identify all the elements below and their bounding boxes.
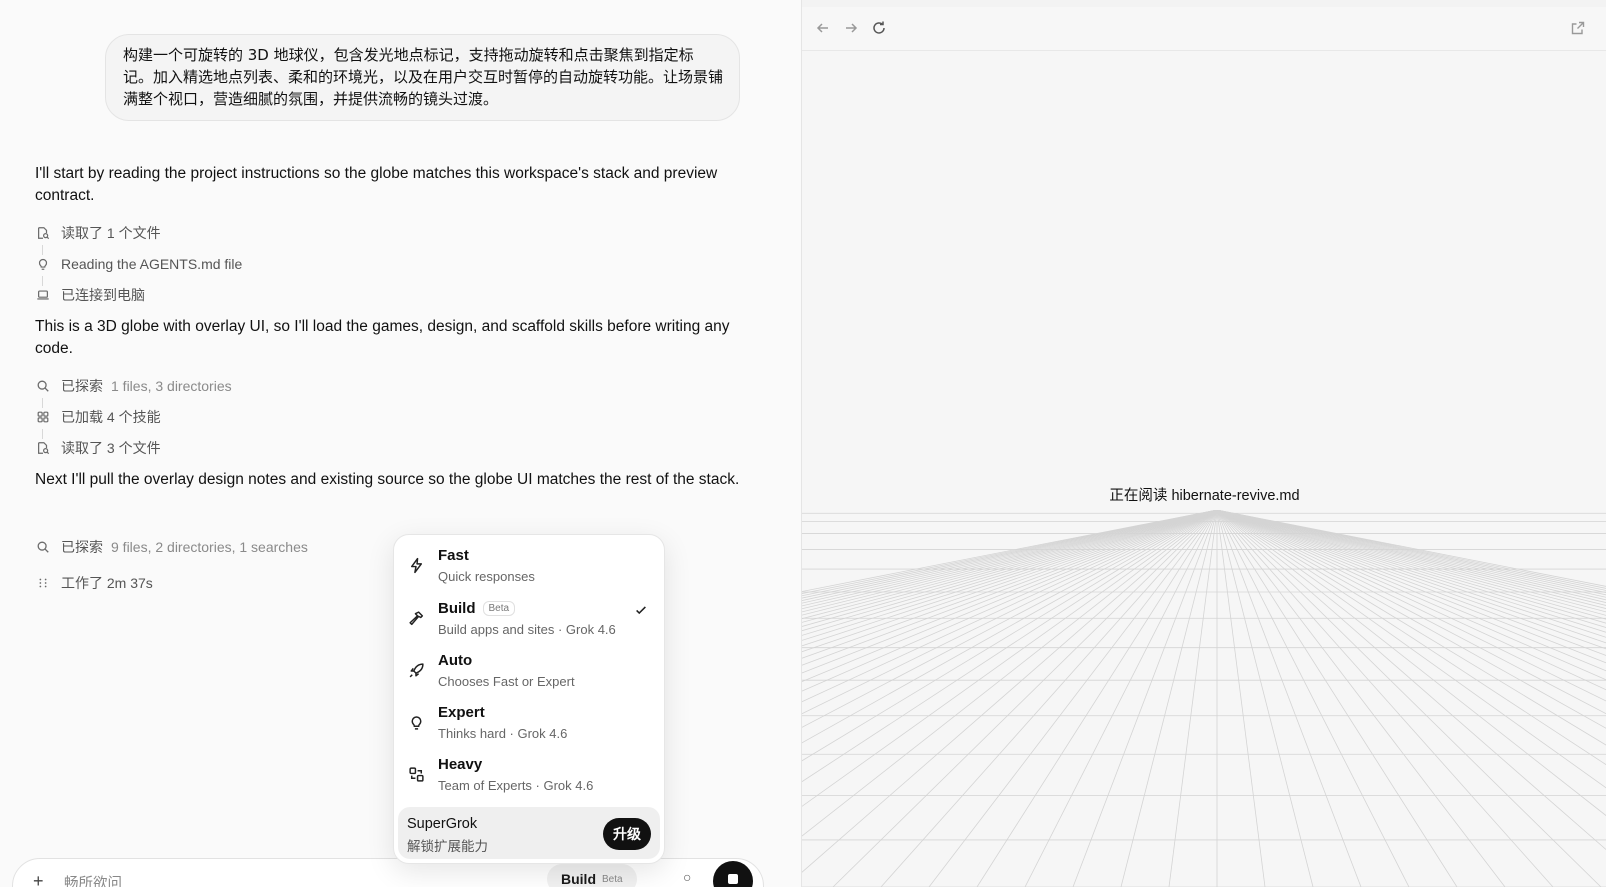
beta-badge: Beta: [482, 601, 516, 616]
mode-option-fast[interactable]: Fast Quick responses: [394, 545, 664, 595]
perspective-grid: [802, 510, 1606, 887]
option-desc: Quick responses: [438, 569, 535, 584]
step-read-file[interactable]: 读取了 1 个文件: [35, 222, 161, 244]
mode-option-auto[interactable]: Auto Chooses Fast or Expert: [394, 650, 664, 700]
mode-menu: Fast Quick responses Build Beta Build app…: [393, 534, 665, 864]
lightbulb-icon: [408, 714, 426, 732]
stop-button[interactable]: [713, 861, 753, 887]
forward-arrow-icon[interactable]: [843, 20, 861, 38]
laptop-icon: [35, 287, 51, 303]
mode-option-heavy[interactable]: Heavy Team of Experts · Grok 4.6: [394, 754, 664, 804]
status-prefix: 正在阅读: [1109, 488, 1168, 504]
assistant-message: I'll start by reading the project instru…: [35, 165, 718, 204]
chat-pane: 构建一个可旋转的 3D 地球仪，包含发光地点标记，支持拖动旋转和点击聚焦到指定标…: [0, 0, 801, 887]
search-icon: [35, 378, 51, 394]
open-external-icon[interactable]: [1570, 20, 1588, 38]
step-read-files[interactable]: 读取了 3 个文件: [35, 437, 161, 459]
option-title: Build Beta: [438, 600, 516, 617]
promo-title: SuperGrok: [407, 816, 478, 832]
mode-selector-button[interactable]: Build Beta: [547, 864, 637, 887]
option-desc: Thinks hard · Grok 4.6: [438, 726, 568, 741]
step-explored[interactable]: 已探索 1 files, 3 directories: [35, 375, 232, 397]
team-icon: [408, 766, 426, 784]
option-desc: Chooses Fast or Expert: [438, 674, 575, 689]
supergrok-promo: SuperGrok 解锁扩展能力 升级: [398, 807, 660, 859]
option-desc: Build apps and sites · Grok 4.6: [438, 622, 616, 637]
rocket-icon: [408, 662, 426, 680]
step-label: 读取了 1 个文件: [61, 225, 161, 241]
mode-badge: Beta: [602, 873, 623, 885]
dots-icon: [35, 575, 51, 591]
file-search-icon: [35, 225, 51, 241]
step-worked[interactable]: 工作了 2m 37s: [35, 572, 153, 594]
option-title-text: Build: [438, 600, 476, 617]
file-search-icon: [35, 440, 51, 456]
step-label: 已探索: [61, 378, 103, 394]
lightning-icon: [408, 557, 426, 575]
step-skills[interactable]: 已加载 4 个技能: [35, 406, 161, 428]
mode-option-build[interactable]: Build Beta Build apps and sites · Grok 4.…: [394, 598, 664, 648]
upgrade-button[interactable]: 升级: [603, 818, 651, 850]
step-explored[interactable]: 已探索 9 files, 2 directories, 1 searches: [35, 536, 308, 558]
promo-desc: 解锁扩展能力: [407, 839, 488, 854]
assistant-message: Next I'll pull the overlay design notes …: [35, 471, 740, 488]
user-message: 构建一个可旋转的 3D 地球仪，包含发光地点标记，支持拖动旋转和点击聚焦到指定标…: [105, 34, 740, 121]
step-label: 读取了 3 个文件: [61, 440, 161, 456]
step-thinking[interactable]: Reading the AGENTS.md file: [35, 253, 242, 275]
lightbulb-icon: [35, 256, 51, 272]
option-desc: Team of Experts · Grok 4.6: [438, 778, 594, 793]
step-label: 工作了 2m 37s: [61, 575, 153, 591]
step-detail: 1 files, 3 directories: [111, 378, 232, 394]
attach-plus-icon[interactable]: +: [33, 871, 44, 887]
option-title: Heavy: [438, 756, 483, 773]
status-file: hibernate-revive.md: [1171, 488, 1300, 504]
step-label: Reading the AGENTS.md file: [61, 256, 243, 272]
mode-label: Build: [561, 871, 596, 887]
hammer-icon: [408, 610, 426, 628]
skills-icon: [35, 409, 51, 425]
check-icon: [634, 603, 648, 622]
preview-toolbar: [802, 7, 1606, 51]
assistant-message: This is a 3D globe with overlay UI, so I…: [35, 318, 730, 357]
message-input[interactable]: 畅所欲问: [64, 872, 122, 887]
mode-option-expert[interactable]: Expert Thinks hard · Grok 4.6: [394, 702, 664, 752]
mic-icon[interactable]: ○: [683, 869, 691, 885]
option-title: Fast: [438, 547, 469, 564]
step-label: 已探索: [61, 539, 103, 555]
option-title: Expert: [438, 704, 485, 721]
step-connected[interactable]: 已连接到电脑: [35, 284, 145, 306]
option-title: Auto: [438, 652, 473, 669]
step-label: 已加载 4 个技能: [61, 409, 161, 425]
search-icon: [35, 539, 51, 555]
refresh-icon[interactable]: [871, 20, 889, 38]
step-detail: 9 files, 2 directories, 1 searches: [111, 539, 308, 555]
back-arrow-icon[interactable]: [815, 20, 833, 38]
reading-status: 正在阅读 hibernate-revive.md: [802, 484, 1606, 505]
preview-pane: 正在阅读 hibernate-revive.md: [801, 0, 1606, 887]
step-label: 已连接到电脑: [61, 287, 145, 303]
